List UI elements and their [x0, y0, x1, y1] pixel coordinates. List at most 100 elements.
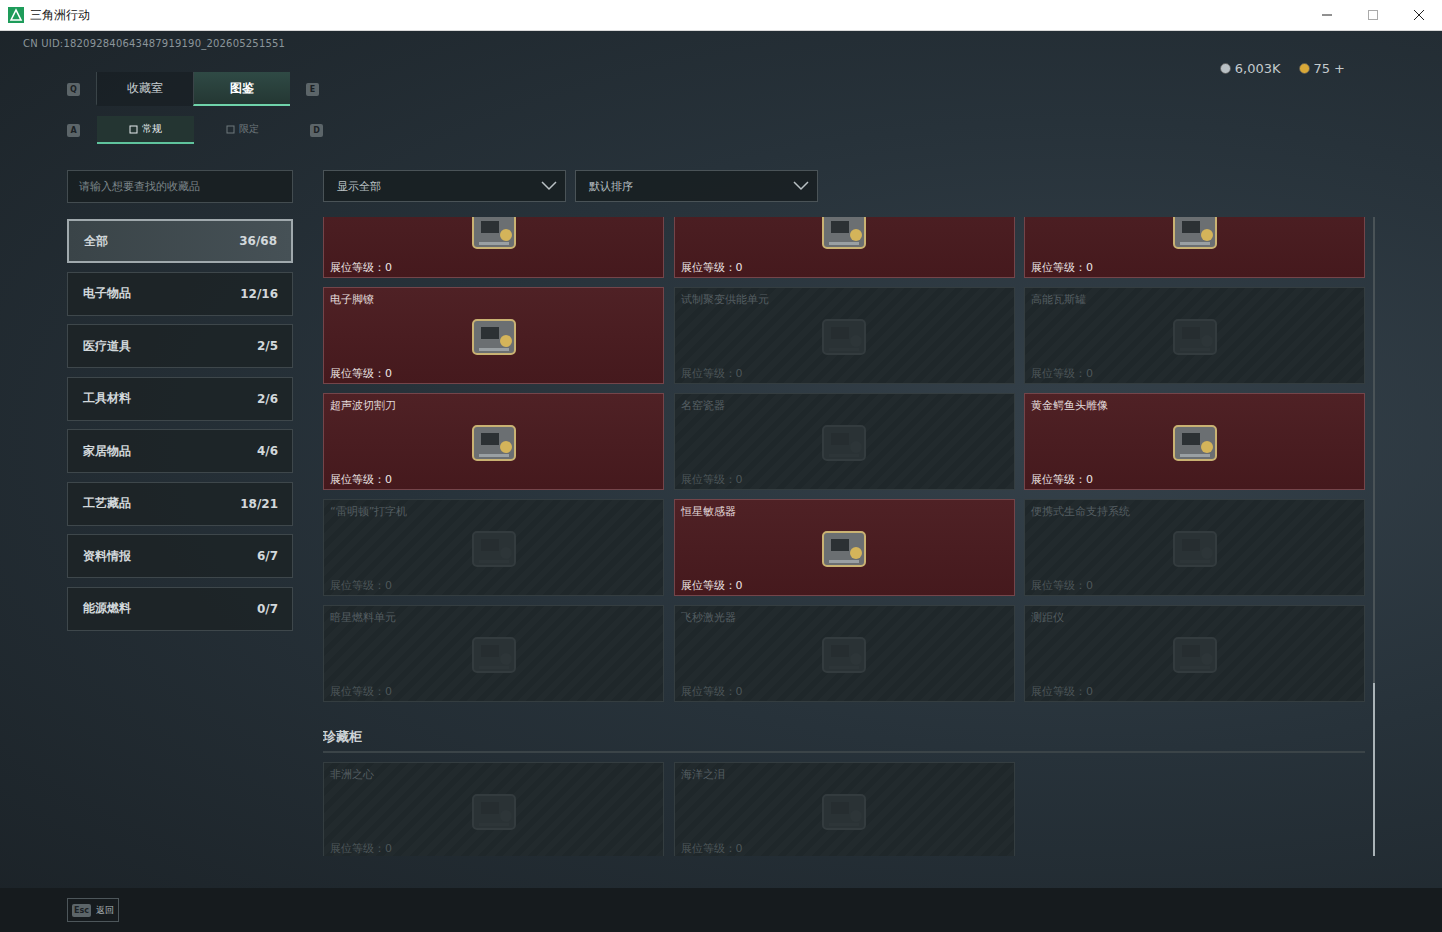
- collection-card[interactable]: 展位等级：0: [674, 217, 1015, 278]
- currency-amount: 6,003K: [1235, 61, 1281, 76]
- collection-card[interactable]: 名窑瓷器展位等级：0: [674, 393, 1015, 490]
- currency-bar: 6,003K 75+: [1220, 61, 1345, 76]
- item-name: 黄金鳄鱼头雕像: [1031, 398, 1358, 413]
- item-art: [1031, 413, 1358, 472]
- collection-card[interactable]: 电子脚镣展位等级：0: [323, 287, 664, 384]
- window-title: 三角洲行动: [30, 7, 1304, 24]
- app: 三角洲行动 CN UID:182092840643487919190_202605…: [0, 0, 1442, 932]
- item-level: 展位等级：0: [1031, 578, 1358, 593]
- category-count: 36/68: [239, 234, 277, 248]
- collection-panel: 显示全部默认排序展位等级：0展位等级：0展位等级：0电子脚镣展位等级：0试制聚变…: [323, 170, 1375, 888]
- filter-dropdown[interactable]: 默认排序: [575, 170, 818, 202]
- category-label: 工具材料: [83, 390, 131, 407]
- close-button[interactable]: [1396, 0, 1442, 30]
- item-art: [681, 519, 1008, 578]
- uid-label: CN UID:182092840643487919190_20260525155…: [0, 31, 1442, 50]
- collection-card[interactable]: 非洲之心展位等级：0: [323, 762, 664, 856]
- category-item[interactable]: 工艺藏品18/21: [67, 482, 293, 526]
- item-name: 海洋之泪: [681, 767, 1008, 782]
- category-item[interactable]: 电子物品12/16: [67, 272, 293, 316]
- currency-amount: 75: [1314, 61, 1331, 76]
- item-level: 展位等级：0: [1031, 472, 1358, 487]
- item-art: [330, 625, 657, 684]
- item-image-icon: [809, 520, 879, 578]
- content: 请输入想要查找的收藏品全部36/68 电子物品12/16 医疗道具 2/5 工具材料2/…: [0, 170, 1442, 888]
- item-level: 展位等级：0: [330, 260, 657, 275]
- collection-grid: 展位等级：0展位等级：0展位等级：0电子脚镣展位等级：0试制聚变供能单元展位等级…: [323, 217, 1365, 702]
- item-art: [681, 625, 1008, 684]
- category-item[interactable]: 家居物品4/6: [67, 429, 293, 473]
- section-title: 珍藏柜: [323, 728, 1365, 753]
- collection-card[interactable]: 超声波切割刀展位等级：0: [323, 393, 664, 490]
- item-image-icon: [809, 217, 879, 260]
- collection-card[interactable]: 飞秒激光器展位等级：0: [674, 605, 1015, 702]
- item-image-icon: [1160, 217, 1230, 260]
- category-label: 家居物品: [83, 443, 131, 460]
- collection-card[interactable]: 展位等级：0: [323, 217, 664, 278]
- collection-card[interactable]: 测距仪展位等级：0: [1024, 605, 1365, 702]
- category-item[interactable]: 能源燃料0/7: [67, 587, 293, 631]
- item-name: 测距仪: [1031, 610, 1358, 625]
- collection-list: 展位等级：0展位等级：0展位等级：0电子脚镣展位等级：0试制聚变供能单元展位等级…: [323, 217, 1365, 856]
- collection-card[interactable]: 黄金鳄鱼头雕像展位等级：0: [1024, 393, 1365, 490]
- item-level: 展位等级：0: [681, 841, 1008, 856]
- main-tab[interactable]: 图鉴: [193, 72, 290, 106]
- collection-card[interactable]: 恒星敏感器展位等级：0: [674, 499, 1015, 596]
- title-bar: 三角洲行动: [0, 0, 1442, 31]
- maximize-button[interactable]: [1350, 0, 1396, 30]
- collection-card[interactable]: “雷明顿”打字机展位等级：0: [323, 499, 664, 596]
- item-art: [681, 307, 1008, 366]
- item-level: 展位等级：0: [681, 472, 1008, 487]
- scrollbar-thumb[interactable]: [1373, 683, 1375, 856]
- item-name: 暗星燃料单元: [330, 610, 657, 625]
- item-image-icon: [809, 626, 879, 684]
- item-name: 电子脚镣: [330, 292, 657, 307]
- item-level: 展位等级：0: [330, 472, 657, 487]
- tab-icon: [226, 125, 235, 134]
- category-label: 工艺藏品: [83, 495, 131, 512]
- category-item[interactable]: 医疗道具 2/5: [67, 324, 293, 368]
- item-art: [330, 782, 657, 841]
- sub-tab[interactable]: 常规: [97, 116, 194, 144]
- main-tabs: Q收藏室图鉴E6,003K75+: [0, 72, 1442, 106]
- back-button[interactable]: Esc返回: [67, 898, 119, 922]
- item-name: 恒星敏感器: [681, 504, 1008, 519]
- category-item[interactable]: 全部36/68: [67, 219, 293, 263]
- collection-card[interactable]: 暗星燃料单元展位等级：0: [323, 605, 664, 702]
- filter-dropdown[interactable]: 显示全部: [323, 170, 566, 202]
- filter-bar: 显示全部默认排序: [323, 170, 1375, 202]
- sub-tab[interactable]: 限定: [194, 116, 291, 144]
- category-count: 2/5: [257, 339, 278, 353]
- collection-card[interactable]: 高能瓦斯罐展位等级：0: [1024, 287, 1365, 384]
- item-image-icon: [1160, 414, 1230, 472]
- collection-card[interactable]: 便携式生命支持系统展位等级：0: [1024, 499, 1365, 596]
- item-image-icon: [459, 308, 529, 366]
- category-item[interactable]: 资料情报6/7: [67, 534, 293, 578]
- tab-group: 常规限定: [97, 116, 291, 144]
- item-image-icon: [809, 783, 879, 841]
- chevron-down-icon: [541, 181, 557, 191]
- item-image-icon: [459, 783, 529, 841]
- item-art: [330, 519, 657, 578]
- search-field[interactable]: 请输入想要查找的收藏品: [67, 170, 293, 203]
- key-hint: Q: [67, 83, 80, 96]
- add-currency-button[interactable]: +: [1334, 61, 1345, 76]
- scrollbar[interactable]: [1373, 217, 1375, 856]
- item-art: [1031, 217, 1358, 260]
- category-label: 医疗道具: [83, 338, 131, 355]
- collection-card[interactable]: 展位等级：0: [1024, 217, 1365, 278]
- collection-card[interactable]: 海洋之泪展位等级：0: [674, 762, 1015, 856]
- item-art: [330, 307, 657, 366]
- minimize-button[interactable]: [1304, 0, 1350, 30]
- tab-icon: [129, 125, 138, 134]
- collection-card[interactable]: 试制聚变供能单元展位等级：0: [674, 287, 1015, 384]
- footer: Esc返回: [0, 888, 1442, 932]
- key-hint: Esc: [72, 904, 91, 917]
- main-tab[interactable]: 收藏室: [96, 72, 193, 106]
- category-label: 电子物品: [83, 285, 131, 302]
- item-name: 高能瓦斯罐: [1031, 292, 1358, 307]
- minimize-icon: [1322, 10, 1332, 20]
- item-image-icon: [1160, 520, 1230, 578]
- item-name: 非洲之心: [330, 767, 657, 782]
- category-item[interactable]: 工具材料2/6: [67, 377, 293, 421]
